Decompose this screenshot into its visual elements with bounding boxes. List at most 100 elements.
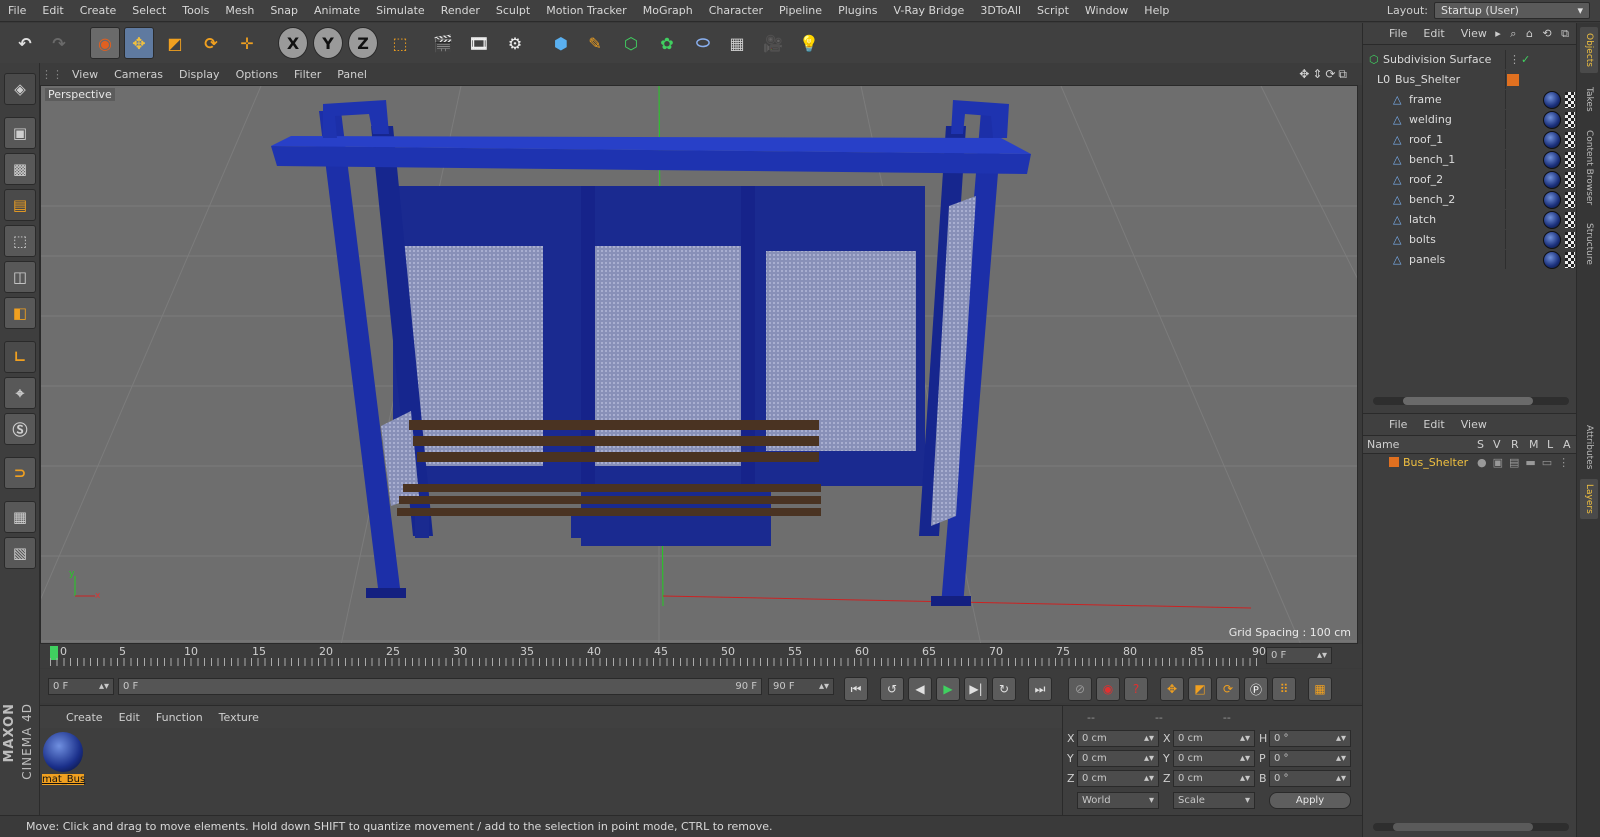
material-tag-icon[interactable] xyxy=(1543,190,1561,209)
cube-primitive-icon[interactable]: ⬢ xyxy=(546,27,576,59)
viewport-menu-view[interactable]: View xyxy=(64,68,106,81)
menu-script[interactable]: Script xyxy=(1029,4,1077,17)
undo-icon[interactable]: ↶ xyxy=(10,27,40,59)
y-axis-lock-button[interactable]: Y xyxy=(313,27,343,59)
uvw-tag-icon[interactable] xyxy=(1565,131,1575,148)
menu-simulate[interactable]: Simulate xyxy=(368,4,433,17)
object-row-bench-2[interactable]: △ bench_2 xyxy=(1363,190,1577,209)
menu-tools[interactable]: Tools xyxy=(174,4,217,17)
planar-workplane-icon[interactable]: ▧ xyxy=(4,537,36,569)
object-row-frame[interactable]: △ frame xyxy=(1363,90,1577,109)
spline-pen-icon[interactable]: ✎ xyxy=(580,27,610,59)
material-tag-icon[interactable] xyxy=(1543,250,1561,269)
menu-pipeline[interactable]: Pipeline xyxy=(771,4,830,17)
menu-sculpt[interactable]: Sculpt xyxy=(488,4,538,17)
render-picture-viewer-icon[interactable]: 🎞 xyxy=(464,27,494,59)
object-menu-view[interactable]: View xyxy=(1453,27,1495,40)
camera-icon[interactable]: 🎥 xyxy=(758,27,788,59)
z-axis-lock-button[interactable]: Z xyxy=(348,27,378,59)
object-row-bench-1[interactable]: △ bench_1 xyxy=(1363,150,1577,169)
uvw-tag-icon[interactable] xyxy=(1565,171,1575,188)
tab-takes[interactable]: Takes xyxy=(1580,79,1598,119)
scrollbar-thumb[interactable] xyxy=(1403,397,1533,405)
menu-character[interactable]: Character xyxy=(701,4,771,17)
current-frame-field[interactable]: 0 F ▴▾ xyxy=(1266,647,1332,664)
menu-create[interactable]: Create xyxy=(72,4,125,17)
edges-mode-icon[interactable]: ◫ xyxy=(4,261,36,293)
viewport-menu-display[interactable]: Display xyxy=(171,68,228,81)
layout-dropdown[interactable]: Startup (User) ▾ xyxy=(1434,2,1590,19)
uvw-tag-icon[interactable] xyxy=(1565,151,1575,168)
autokey-icon[interactable]: ? xyxy=(1124,677,1148,701)
key-rotation-icon[interactable]: ⟳ xyxy=(1216,677,1240,701)
material-tag-icon[interactable] xyxy=(1543,230,1561,249)
material-swatch[interactable]: mat_Bus xyxy=(42,732,85,792)
object-row-subdivision-surface[interactable]: ⬡ Subdivision Surface ⋮ ✓ xyxy=(1363,50,1577,69)
layer-manager-scrollbar[interactable] xyxy=(1373,823,1569,831)
material-tag-icon[interactable] xyxy=(1543,170,1561,189)
material-menu-create[interactable]: Create xyxy=(58,711,111,724)
material-menu-function[interactable]: Function xyxy=(148,711,211,724)
object-menu-file[interactable]: File xyxy=(1381,27,1415,40)
position-y-field[interactable]: 0 cm ▴▾ xyxy=(1077,750,1159,767)
x-axis-lock-button[interactable]: X xyxy=(278,27,308,59)
coordinate-system-icon[interactable]: ⬚ xyxy=(385,27,415,59)
size-y-field[interactable]: 0 cm ▴▾ xyxy=(1173,750,1255,767)
uvw-tag-icon[interactable] xyxy=(1565,91,1575,108)
uvw-tag-icon[interactable] xyxy=(1565,231,1575,248)
menu-plugins[interactable]: Plugins xyxy=(830,4,885,17)
timeline-ruler[interactable]: 0 5 10 15 20 25 30 35 40 45 50 55 60 65 … xyxy=(40,644,1362,668)
material-tag-icon[interactable] xyxy=(1543,130,1561,149)
end-frame-field[interactable]: 90 F ▴▾ xyxy=(768,678,834,695)
layer-color-swatch[interactable] xyxy=(1507,73,1519,86)
menu-select[interactable]: Select xyxy=(124,4,174,17)
tab-structure[interactable]: Structure xyxy=(1580,217,1598,271)
step-back-icon[interactable]: ◀ xyxy=(908,677,932,701)
position-x-field[interactable]: 0 cm ▴▾ xyxy=(1077,730,1159,747)
viewport-menu-panel[interactable]: Panel xyxy=(329,68,375,81)
uvw-tag-icon[interactable] xyxy=(1565,111,1575,128)
menu-animate[interactable]: Animate xyxy=(306,4,368,17)
points-mode-icon[interactable]: ⬚ xyxy=(4,225,36,257)
preview-range-slider[interactable]: 0 F 90 F xyxy=(118,678,762,695)
menu-help[interactable]: Help xyxy=(1136,4,1177,17)
floor-icon[interactable]: ▦ xyxy=(722,27,752,59)
key-parameter-icon[interactable]: Ⓟ xyxy=(1244,677,1268,701)
rotation-h-field[interactable]: 0 ° ▴▾ xyxy=(1269,730,1351,747)
material-tag-icon[interactable] xyxy=(1543,150,1561,169)
coordinate-system-dropdown[interactable]: World ▾ xyxy=(1077,792,1159,809)
object-row-bolts[interactable]: △ bolts xyxy=(1363,230,1577,249)
rotation-p-field[interactable]: 0 ° ▴▾ xyxy=(1269,750,1351,767)
key-pla-icon[interactable]: ⠿ xyxy=(1272,677,1296,701)
object-manager-tool-icons[interactable]: ▸ ⌕ ⌂ ⟲ ⧉ xyxy=(1495,27,1572,41)
key-scale-icon[interactable]: ◩ xyxy=(1188,677,1212,701)
rotate-tool-icon[interactable]: ⟳ xyxy=(196,27,226,59)
render-view-icon[interactable]: 🎬 xyxy=(428,27,458,59)
object-row-latch[interactable]: △ latch xyxy=(1363,210,1577,229)
record-icon[interactable]: ◉ xyxy=(1096,677,1120,701)
menu-edit[interactable]: Edit xyxy=(34,4,71,17)
step-forward-icon[interactable]: ▶| xyxy=(964,677,988,701)
workplane-mode-icon[interactable]: ▤ xyxy=(4,189,36,221)
visibility-toggle-icon[interactable]: ⋮ xyxy=(1509,53,1520,66)
material-tag-icon[interactable] xyxy=(1543,90,1561,109)
menu-vray-bridge[interactable]: V-Ray Bridge xyxy=(885,4,972,17)
3d-viewport[interactable]: Perspective Grid Spacing : 100 cm y x xyxy=(40,85,1358,644)
scrollbar-thumb[interactable] xyxy=(1393,823,1533,831)
material-menu-edit[interactable]: Edit xyxy=(111,711,148,724)
layer-menu-view[interactable]: View xyxy=(1453,418,1495,431)
axis-mode-icon[interactable]: ∟ xyxy=(4,341,36,373)
uvw-tag-icon[interactable] xyxy=(1565,211,1575,228)
apply-button[interactable]: Apply xyxy=(1269,792,1351,809)
key-position-icon[interactable]: ✥ xyxy=(1160,677,1184,701)
material-tag-icon[interactable] xyxy=(1543,210,1561,229)
enabled-check-icon[interactable]: ✓ xyxy=(1521,53,1530,66)
material-tag-icon[interactable] xyxy=(1543,110,1561,129)
cloner-icon[interactable]: ✿ xyxy=(652,27,682,59)
make-editable-icon[interactable]: ◈ xyxy=(4,73,36,105)
viewport-menu-cameras[interactable]: Cameras xyxy=(106,68,171,81)
light-icon[interactable]: 💡 xyxy=(794,27,824,59)
object-row-roof-2[interactable]: △ roof_2 xyxy=(1363,170,1577,189)
model-mode-icon[interactable]: ▣ xyxy=(4,117,36,149)
magnet-icon[interactable]: ⊃ xyxy=(4,457,36,489)
